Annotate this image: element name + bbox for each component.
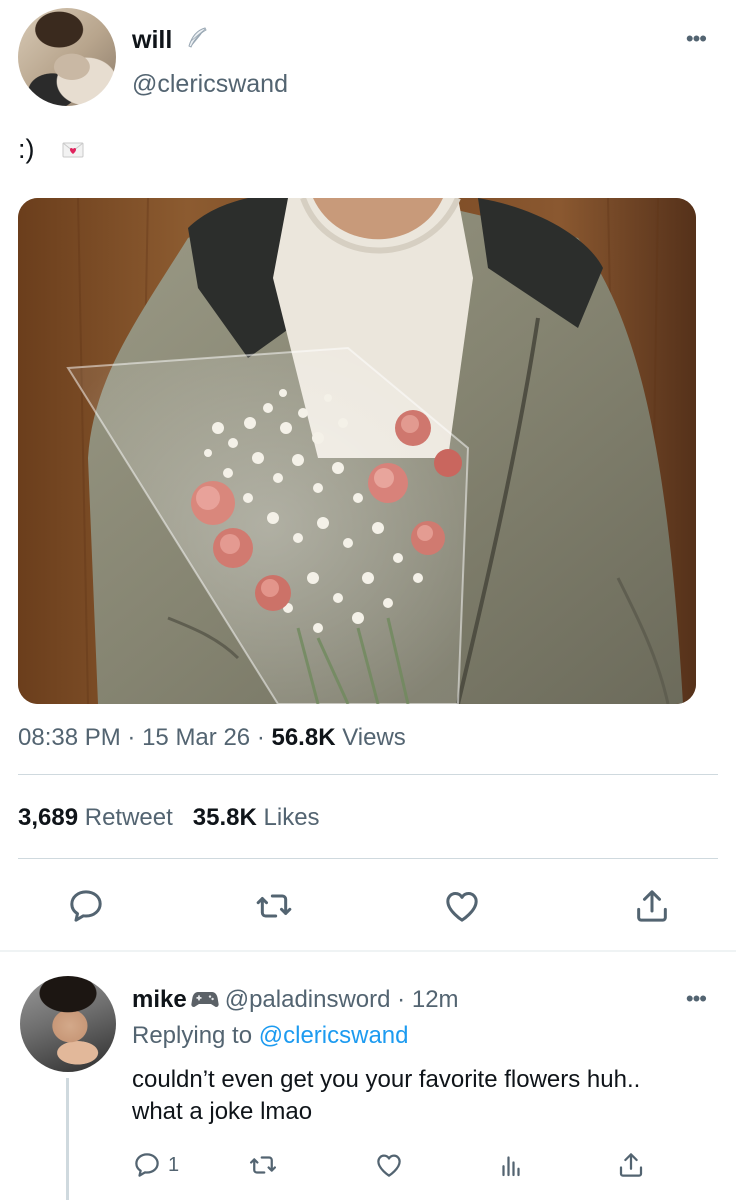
replying-to-line: Replying to @clericswand xyxy=(132,1022,409,1050)
share-button[interactable] xyxy=(632,886,672,926)
like-button[interactable] xyxy=(442,886,482,926)
likes-label: Likes xyxy=(263,804,320,831)
analytics-icon xyxy=(502,1156,520,1177)
tweet-photo[interactable] xyxy=(18,198,696,704)
divider xyxy=(18,774,718,775)
love-letter-icon xyxy=(62,140,84,160)
author-handle[interactable]: @clericswand xyxy=(132,70,288,99)
reply-count: 1 xyxy=(168,1153,180,1176)
tweet-stats: 3,689 Retweet 35.8K Likes xyxy=(18,804,320,832)
replying-to-mention[interactable]: @clericswand xyxy=(259,1022,409,1049)
reply-separator: · xyxy=(397,986,406,1013)
wing-icon xyxy=(186,26,208,50)
reply-header: mike @paladinsword · 12m xyxy=(132,986,459,1014)
reply-display-name[interactable]: mike xyxy=(132,986,187,1013)
likes-link[interactable]: 35.8K Likes xyxy=(193,804,320,831)
tweet-date[interactable]: 15 Mar 26 xyxy=(142,724,250,751)
views-label: Views xyxy=(342,724,406,751)
tweet-text: :) xyxy=(18,134,35,164)
reply-share-button[interactable] xyxy=(616,1148,646,1182)
retweet-count: 3,689 xyxy=(18,804,79,831)
reply-more-options-icon[interactable]: ••• xyxy=(686,986,707,1012)
reply-button[interactable] xyxy=(66,886,106,926)
heart-icon xyxy=(377,1154,401,1177)
heart-icon xyxy=(446,892,478,922)
share-icon xyxy=(619,1153,643,1177)
reply-text: couldn’t even get you your favorite flow… xyxy=(132,1066,641,1125)
reply-retweet-button[interactable] xyxy=(248,1148,278,1182)
reply-reply-button[interactable]: 1 xyxy=(132,1148,179,1182)
author-display-name[interactable]: will xyxy=(132,26,172,55)
replying-prefix: Replying to xyxy=(132,1022,253,1049)
reply-author-avatar[interactable] xyxy=(20,976,116,1072)
tweet-meta: 08:38 PM · 15 Mar 26 · 56.8K Views xyxy=(18,724,406,752)
reply-icon xyxy=(70,890,102,922)
bouquet-photo-illustration xyxy=(18,198,696,704)
game-controller-icon xyxy=(191,988,219,1008)
author-avatar[interactable] xyxy=(18,8,116,106)
retweets-link[interactable]: 3,689 Retweet xyxy=(18,804,179,831)
likes-count: 35.8K xyxy=(192,804,257,831)
thread-line xyxy=(66,1078,69,1200)
more-options-icon[interactable]: ••• xyxy=(686,26,707,52)
retweet-button[interactable] xyxy=(254,886,294,926)
retweet-icon xyxy=(256,894,292,918)
retweet-icon xyxy=(250,1156,276,1174)
views-count: 56.8K xyxy=(271,724,336,751)
divider xyxy=(18,858,718,859)
meta-separator: · xyxy=(127,724,136,751)
share-icon xyxy=(637,890,667,922)
section-divider xyxy=(0,950,736,952)
reply-age[interactable]: 12m xyxy=(412,986,459,1013)
tweet-time[interactable]: 08:38 PM xyxy=(18,724,121,751)
meta-separator: · xyxy=(256,724,265,751)
reply-like-button[interactable] xyxy=(374,1148,404,1182)
reply-icon xyxy=(135,1153,159,1177)
retweet-label: Retweet xyxy=(84,804,173,831)
reply-handle[interactable]: @paladinsword xyxy=(225,986,391,1013)
reply-analytics-button[interactable] xyxy=(496,1148,526,1182)
